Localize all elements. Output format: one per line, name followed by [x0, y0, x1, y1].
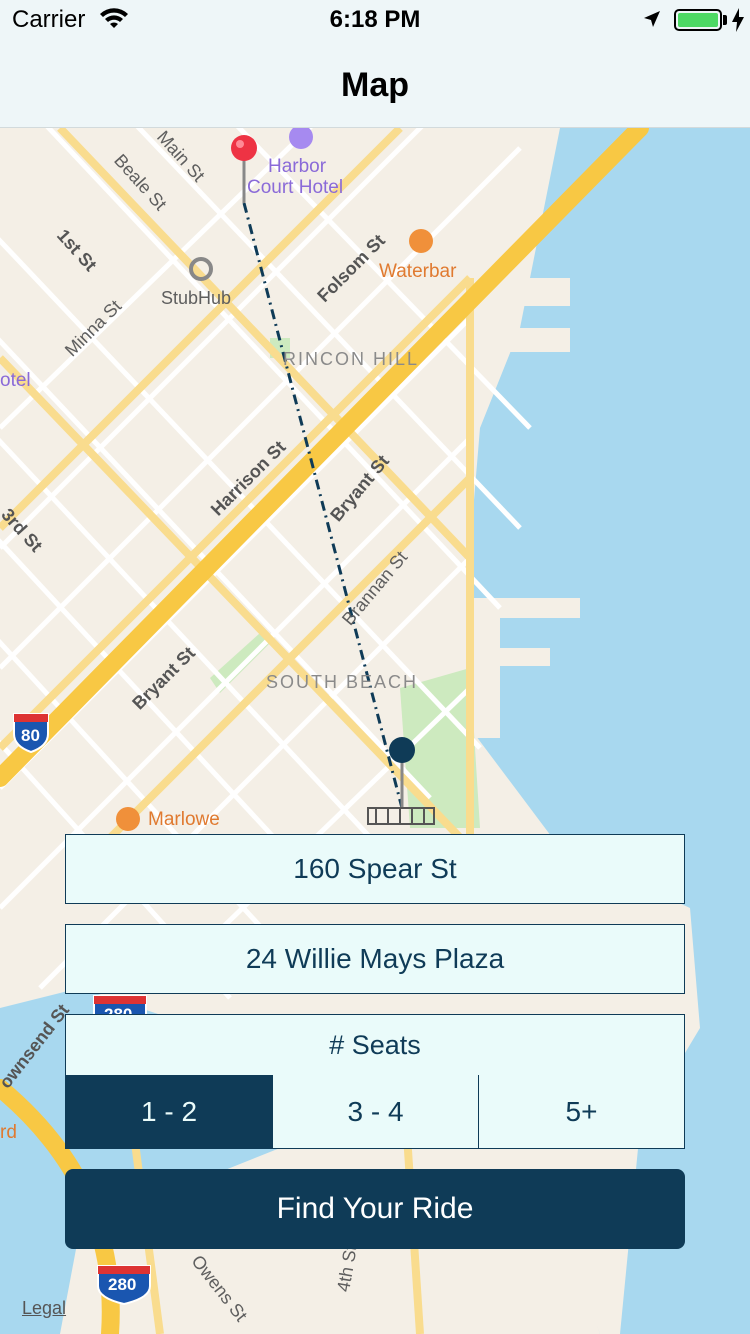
seat-option-5-plus[interactable]: 5+: [478, 1075, 684, 1149]
poi-label[interactable]: rd: [0, 1122, 17, 1144]
charging-icon: [732, 8, 744, 37]
legal-link[interactable]: Legal: [22, 1298, 66, 1319]
interstate-80-label: 80: [21, 726, 40, 745]
restaurant-icon: [409, 229, 433, 253]
neighborhood-label: RINCON HILL: [283, 349, 420, 369]
poi-label[interactable]: Harbor: [268, 156, 326, 178]
battery-icon: [674, 9, 722, 31]
poi-label[interactable]: Marlowe: [148, 809, 220, 831]
clock-time: 6:18 PM: [329, 6, 421, 33]
navigation-bar: Map: [0, 40, 750, 128]
find-your-ride-button[interactable]: Find Your Ride: [65, 1169, 685, 1249]
seats-title: # Seats: [329, 1029, 421, 1060]
battery-fill: [678, 13, 718, 27]
pier: [480, 328, 570, 352]
bay-water: [470, 128, 750, 1334]
poi-label[interactable]: Waterbar: [379, 261, 456, 283]
interstate-280-label: 280: [108, 1275, 137, 1294]
seats-selector: # Seats 1 - 2 3 - 4 5+: [65, 1014, 685, 1149]
restaurant-icon: [116, 807, 140, 831]
seat-option-3-4[interactable]: 3 - 4: [272, 1075, 478, 1149]
battery-tip: [723, 15, 727, 25]
neighborhood-label: SOUTH BEACH: [266, 672, 419, 692]
status-bar: Carrier 6:18 PM: [0, 0, 750, 40]
poi-label[interactable]: otel: [0, 370, 31, 392]
poi-label[interactable]: Court Hotel: [247, 177, 343, 199]
location-arrow-icon: [642, 9, 662, 34]
poi-label[interactable]: StubHub: [161, 288, 231, 309]
seat-option-1-2[interactable]: 1 - 2: [66, 1075, 272, 1149]
page-title: Map: [341, 66, 409, 104]
map-view[interactable]: Harbor Court Hotel StubHub Waterbar RINC…: [0, 128, 750, 1334]
start-address-field[interactable]: 160 Spear St: [65, 834, 685, 904]
ballpark-icon: [367, 807, 435, 825]
destination-address-field[interactable]: 24 Willie Mays Plaza: [65, 924, 685, 994]
